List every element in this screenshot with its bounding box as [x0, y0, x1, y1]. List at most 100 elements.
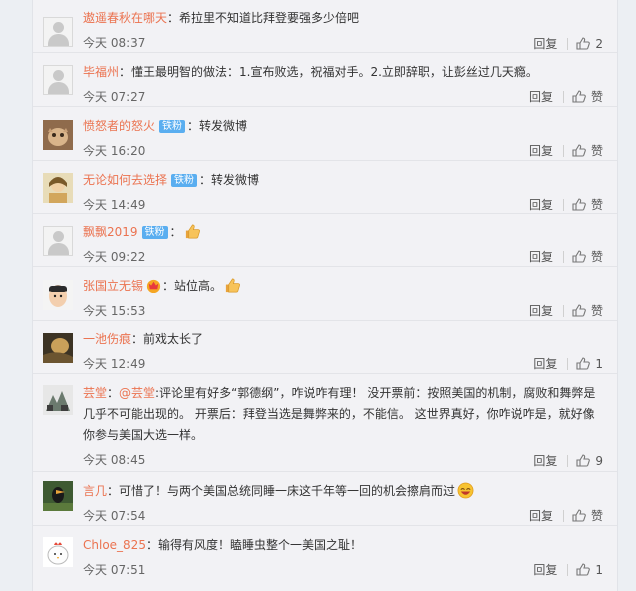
comment-actions: 回复 赞: [529, 302, 603, 319]
commenter-name[interactable]: 毕福州: [83, 65, 119, 79]
comment-time: 今天 07:51: [83, 563, 146, 577]
comment-item: Chloe_825：输得有风度！瞌睡虫整个一美国之耻！ 今天 07:51 回复 …: [33, 526, 617, 586]
fan-badge[interactable]: 铁粉: [159, 120, 186, 133]
action-divider: [562, 250, 564, 263]
comment-actions: 回复 9: [533, 452, 603, 469]
comment-time: 今天 07:54: [83, 509, 146, 523]
like-button[interactable]: 赞: [572, 302, 603, 319]
avatar[interactable]: [43, 226, 73, 256]
comment-time: 今天 12:49: [83, 357, 146, 371]
comment-actions: 回复 赞: [529, 507, 603, 524]
commenter-name[interactable]: 言几: [83, 484, 107, 498]
comment-item: 芸堂：@芸堂:评论里有好多“郭德纲”，咋说咋有理！ 没开票前：按照美国的机制，腐…: [33, 374, 617, 472]
name-separator: ：: [199, 173, 212, 187]
commenter-name[interactable]: Chloe_825: [83, 538, 146, 552]
comment-actions: 回复 1: [533, 561, 603, 578]
avatar[interactable]: [43, 65, 73, 95]
commenter-name[interactable]: 一池伤痕: [83, 332, 131, 346]
fan-badge[interactable]: 铁粉: [141, 226, 168, 239]
action-divider: [567, 357, 569, 370]
avatar[interactable]: [43, 481, 73, 511]
reply-button[interactable]: 回复: [533, 35, 557, 52]
reply-button[interactable]: 回复: [529, 88, 553, 105]
member-crown-icon[interactable]: [145, 277, 162, 294]
reply-button[interactable]: 回复: [533, 561, 557, 578]
comment-item: 张国立无锡 ：站位高。 今天 15:53 回复 赞: [33, 267, 617, 321]
avatar[interactable]: [43, 173, 73, 203]
thumbs-up-icon: [572, 250, 586, 263]
name-separator: ：: [107, 386, 120, 400]
comment-time: 今天 14:49: [83, 198, 146, 212]
name-separator: ：: [131, 332, 144, 346]
commenter-name[interactable]: 张国立无锡: [83, 279, 143, 293]
comment-time: 今天 08:37: [83, 36, 146, 50]
avatar[interactable]: [43, 537, 73, 567]
like-button[interactable]: 1: [576, 357, 603, 371]
reply-button[interactable]: 回复: [533, 452, 557, 469]
commenter-name[interactable]: 遨遥春秋在哪天: [83, 11, 167, 25]
thumbs-up-icon: [576, 563, 591, 576]
avatar[interactable]: [43, 280, 73, 310]
like-count: 赞: [590, 304, 603, 318]
comment-text: 转发微博: [211, 173, 260, 187]
commenter-name[interactable]: 芸堂: [83, 386, 107, 400]
like-button[interactable]: 赞: [572, 142, 603, 159]
avatar[interactable]: [43, 333, 73, 363]
comment-list-panel: 遨遥春秋在哪天：希拉里不知道比拜登要强多少倍吧 今天 08:37 回复 2 毕福…: [32, 0, 618, 591]
action-divider: [562, 509, 564, 522]
commenter-name[interactable]: 飘飘2019: [83, 225, 138, 239]
avatar[interactable]: [43, 120, 73, 150]
name-separator: ：: [119, 65, 132, 79]
commenter-name[interactable]: 愤怒者的怒火: [83, 119, 155, 133]
thumbs-up-icon: [576, 454, 591, 467]
like-button[interactable]: 赞: [572, 196, 603, 213]
like-button[interactable]: 1: [576, 563, 603, 577]
reply-button[interactable]: 回复: [529, 142, 553, 159]
comment-text: 站位高。: [174, 279, 223, 293]
comment-time: 今天 08:45: [83, 453, 146, 467]
mention-link[interactable]: @芸堂: [119, 386, 155, 400]
reply-button[interactable]: 回复: [533, 355, 557, 372]
like-button[interactable]: 赞: [572, 88, 603, 105]
avatar[interactable]: [43, 17, 73, 47]
thumbs-up-icon: [572, 509, 586, 522]
like-count: 2: [595, 36, 603, 51]
reply-button[interactable]: 回复: [529, 248, 553, 265]
reply-button[interactable]: 回复: [529, 507, 553, 524]
comment-actions: 回复 2: [533, 35, 603, 52]
like-count: 9: [595, 453, 603, 468]
comment-actions: 回复 赞: [529, 88, 603, 105]
thumbs-up-icon: [576, 357, 591, 370]
comment-time: 今天 09:22: [83, 250, 146, 264]
comment-text: 希拉里不知道比拜登要强多少倍吧: [179, 11, 360, 25]
reply-button[interactable]: 回复: [529, 302, 553, 319]
comment-item: 言几：可惜了！与两个美国总统同睡一床这千年等一回的机会擦肩而过 今天 07:54…: [33, 472, 617, 526]
thumbs-up-icon: [572, 304, 586, 317]
name-separator: ：: [107, 484, 120, 498]
like-button[interactable]: 赞: [572, 507, 603, 524]
like-count: 赞: [590, 509, 603, 523]
like-count: 赞: [590, 90, 603, 104]
action-divider: [567, 37, 569, 50]
like-button[interactable]: 赞: [572, 248, 603, 265]
fan-badge[interactable]: 铁粉: [171, 174, 198, 187]
avatar[interactable]: [43, 385, 73, 415]
thumbs-up-icon: [572, 198, 586, 211]
like-button[interactable]: 2: [576, 37, 603, 51]
thumbs-up-icon: [576, 37, 591, 50]
laughing-emoji-icon: [457, 482, 474, 499]
commenter-name[interactable]: 无论如何去选择: [83, 173, 167, 187]
reply-button[interactable]: 回复: [529, 196, 553, 213]
like-count: 1: [595, 562, 603, 577]
comment-text: 懂王最明智的做法：1.宣布败选，祝福对手。2.立即辞职，让彭丝过几天瘾。: [131, 65, 538, 79]
comment-actions: 回复 赞: [529, 142, 603, 159]
name-separator: ：: [167, 11, 180, 25]
comment-actions: 回复 赞: [529, 248, 603, 265]
like-count: 赞: [590, 198, 603, 212]
name-separator: ：: [145, 538, 158, 552]
like-button[interactable]: 9: [576, 454, 603, 468]
thumbs-up-icon: [572, 144, 586, 157]
comment-item: 遨遥春秋在哪天：希拉里不知道比拜登要强多少倍吧 今天 08:37 回复 2: [33, 0, 617, 53]
action-divider: [562, 144, 564, 157]
like-count: 赞: [590, 250, 603, 264]
